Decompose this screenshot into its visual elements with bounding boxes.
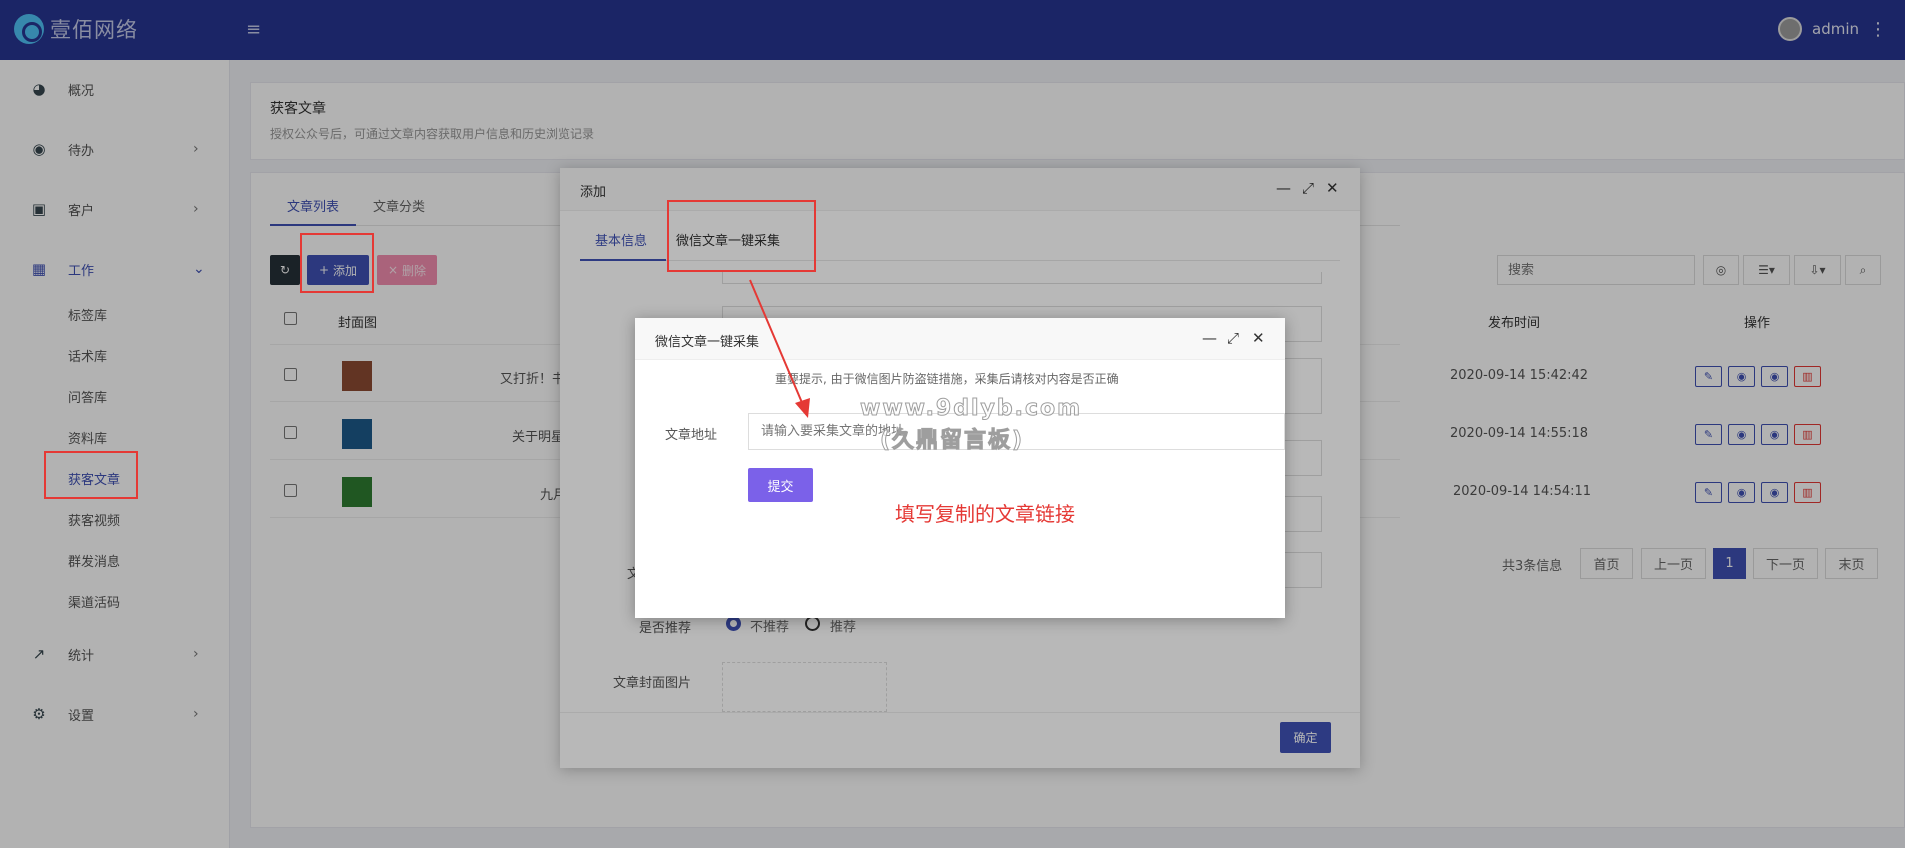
maximize-icon[interactable]: ⤢ [1227,329,1239,347]
close-icon[interactable]: ✕ [1252,329,1265,347]
annotation-hint: 填写复制的文章链接 [895,502,1075,526]
notice-text: 重要提示, 由于微信图片防盗链措施，采集后请核对内容是否正确 [775,372,1119,386]
submit-button[interactable]: 提交 [748,468,813,502]
watermark-url: www.9dlyb.com [859,396,1083,422]
collect-dialog: 微信文章一键采集 — ⤢ ✕ 重要提示, 由于微信图片防盗链措施，采集后请核对内… [635,318,1285,618]
dialog-header: 微信文章一键采集 — ⤢ ✕ [635,318,1285,360]
watermark-name: (久鼎留言板) [879,428,1025,454]
url-label: 文章地址 [665,428,718,443]
annotation-box-add [300,233,374,293]
minimize-icon[interactable]: — [1202,329,1217,347]
annotation-box-collect-tab [667,200,816,272]
annotation-box-sidebar [44,451,138,499]
dialog-title: 微信文章一键采集 [655,335,760,350]
